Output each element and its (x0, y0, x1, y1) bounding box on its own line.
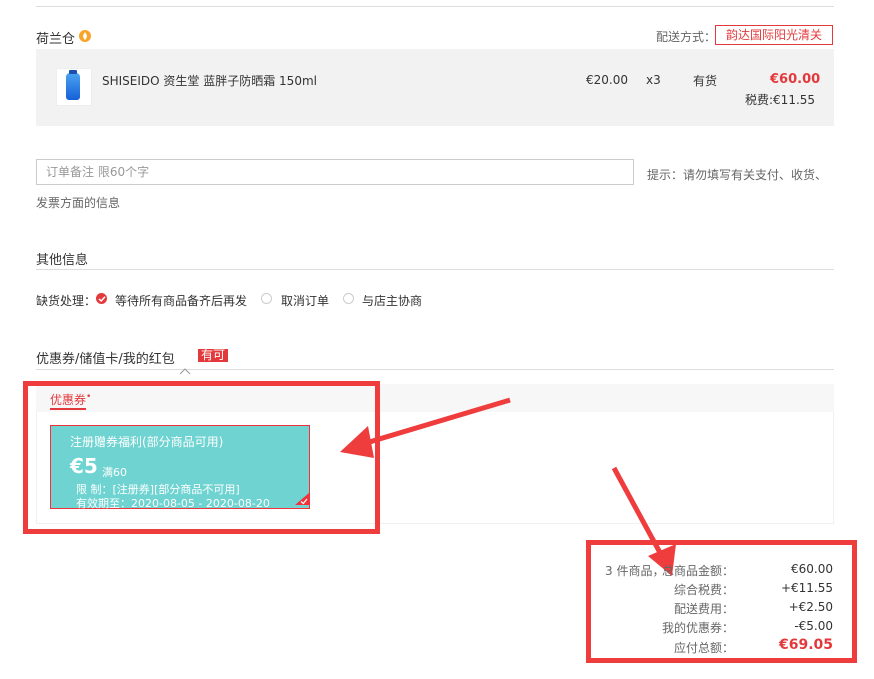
summary-row-goods: 总商品金额： €60.00 (650, 562, 835, 578)
summary-row-total: 应付总额： €69.05 (650, 637, 835, 655)
summary-value: +€11.55 (780, 581, 833, 595)
summary-row-shipping: 配送费用： +€2.50 (650, 600, 835, 616)
summary-label: 我的优惠券： (661, 621, 734, 635)
summary-value: -€5.00 (794, 619, 833, 633)
summary-label: 应付总额： (673, 641, 734, 655)
summary-label: 总商品金额： (661, 564, 734, 578)
arrow-to-coupon (355, 397, 511, 449)
summary-label: 配送费用： (673, 602, 734, 616)
summary-row-coupon: 我的优惠券： -€5.00 (650, 619, 835, 635)
summary-value: +€2.50 (788, 600, 833, 614)
summary-row-tax: 综合税费： +€11.55 (650, 581, 835, 597)
summary-total-value: €69.05 (778, 637, 833, 653)
arrow-to-summary (611, 466, 667, 562)
arrow-to-coupon-head (340, 426, 374, 458)
summary-value: €60.00 (791, 562, 833, 576)
summary-label: 综合税费： (673, 583, 734, 597)
